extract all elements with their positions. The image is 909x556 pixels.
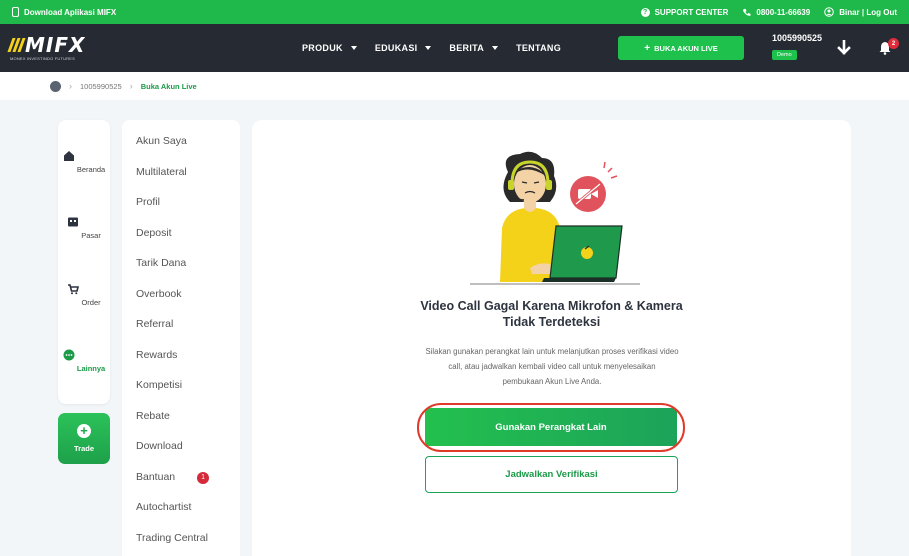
trade-button[interactable]: + Trade <box>58 413 110 464</box>
menu-item-bantuan[interactable]: Bantuan 1 <box>136 471 210 484</box>
chevron-down-icon <box>350 46 357 50</box>
download-arrow-icon[interactable] <box>836 40 852 56</box>
menu-item-deposit[interactable]: Deposit <box>136 227 172 239</box>
account-type-badge: Demo <box>772 50 797 60</box>
breadcrumb: › 1005990525 › Buka Akun Live <box>0 72 909 100</box>
breadcrumb-current: Buka Akun Live <box>140 81 197 91</box>
user-icon <box>824 7 835 17</box>
cart-icon <box>68 284 80 295</box>
nav-edukasi[interactable]: EDUKASI <box>375 43 432 53</box>
account-side-menu: Akun Saya Multilateral Profil Deposit Ta… <box>122 120 240 556</box>
main-card: Video Call Gagal Karena Mikrofon & Kamer… <box>252 120 851 556</box>
menu-item-profil[interactable]: Profil <box>136 196 160 208</box>
error-heading: Video Call Gagal Karena Mikrofon & Kamer… <box>420 299 683 329</box>
phone-link[interactable]: 0800-11-66639 <box>742 8 810 17</box>
menu-item-overbook[interactable]: Overbook <box>136 288 182 300</box>
highlight-outline <box>417 403 685 452</box>
menu-item-trading-central[interactable]: Trading Central <box>136 532 208 544</box>
rail-item-order[interactable]: Order <box>58 283 110 307</box>
home-breadcrumb-icon[interactable] <box>50 80 61 92</box>
account-info[interactable]: 1005990525 Demo <box>772 33 822 61</box>
phone-icon <box>12 7 19 17</box>
video-call-failed-illustration <box>470 151 640 285</box>
plus-icon: + <box>644 42 651 54</box>
plus-icon: + <box>77 424 91 438</box>
menu-item-kompetisi[interactable]: Kompetisi <box>136 379 182 391</box>
menu-item-akun-saya[interactable]: Akun Saya <box>136 135 187 147</box>
menu-item-rewards[interactable]: Rewards <box>136 349 177 361</box>
rail-item-beranda[interactable]: Beranda <box>58 150 110 174</box>
breadcrumb-account[interactable]: 1005990525 <box>80 82 122 91</box>
open-live-account-button[interactable]: + BUKA AKUN LIVE <box>618 36 744 60</box>
chevron-down-icon <box>425 46 432 50</box>
more-icon <box>63 349 75 361</box>
support-center-link[interactable]: ? SUPPORT CENTER <box>640 7 729 17</box>
telephone-icon <box>743 8 751 16</box>
menu-item-download[interactable]: Download <box>136 440 183 452</box>
menu-item-multilateral[interactable]: Multilateral <box>136 166 187 178</box>
nav-berita[interactable]: BERITA <box>449 43 499 53</box>
user-logout-link[interactable]: Binar | Log Out <box>824 7 897 17</box>
mifx-logo[interactable]: MIFX MONEX INVESTINDO FUTURES <box>7 35 90 62</box>
support-center-label: SUPPORT CENTER <box>654 7 729 17</box>
home-icon <box>63 151 74 161</box>
rail-item-lainnya[interactable]: Lainnya <box>58 349 110 373</box>
main-navbar: MIFX MONEX INVESTINDO FUTURES PRODUK EDU… <box>0 24 909 72</box>
schedule-verification-button[interactable]: Jadwalkan Verifikasi <box>425 456 678 493</box>
chevron-right-icon: › <box>69 81 72 91</box>
icon-rail: Beranda Pasar Order Lainnya <box>58 120 110 404</box>
download-app-link[interactable]: Download Aplikasi MIFX <box>12 7 116 17</box>
top-bar: Download Aplikasi MIFX ? SUPPORT CENTER … <box>0 0 909 24</box>
bantuan-badge: 1 <box>197 472 210 484</box>
notification-badge: 2 <box>888 38 899 49</box>
download-app-label: Download Aplikasi MIFX <box>24 7 117 17</box>
phone-number: 0800-11-66639 <box>756 7 811 17</box>
chevron-down-icon <box>492 46 499 50</box>
error-description: Silakan gunakan perangkat lain untuk mel… <box>425 347 679 386</box>
user-logout-label: Binar | Log Out <box>839 7 897 17</box>
nav-menu: PRODUK EDUKASI BERITA TENTANG <box>302 24 561 72</box>
account-number: 1005990525 <box>772 33 823 43</box>
menu-item-referral[interactable]: Referral <box>136 318 173 330</box>
menu-item-rebate[interactable]: Rebate <box>136 410 170 422</box>
nav-tentang[interactable]: TENTANG <box>516 43 561 53</box>
help-icon: ? <box>640 7 650 17</box>
nav-produk[interactable]: PRODUK <box>302 43 357 53</box>
menu-item-tarik-dana[interactable]: Tarik Dana <box>136 257 186 269</box>
rail-item-pasar[interactable]: Pasar <box>58 216 110 240</box>
market-icon <box>68 217 79 227</box>
chevron-right-icon: › <box>129 81 133 91</box>
menu-item-autochartist[interactable]: Autochartist <box>136 501 191 513</box>
